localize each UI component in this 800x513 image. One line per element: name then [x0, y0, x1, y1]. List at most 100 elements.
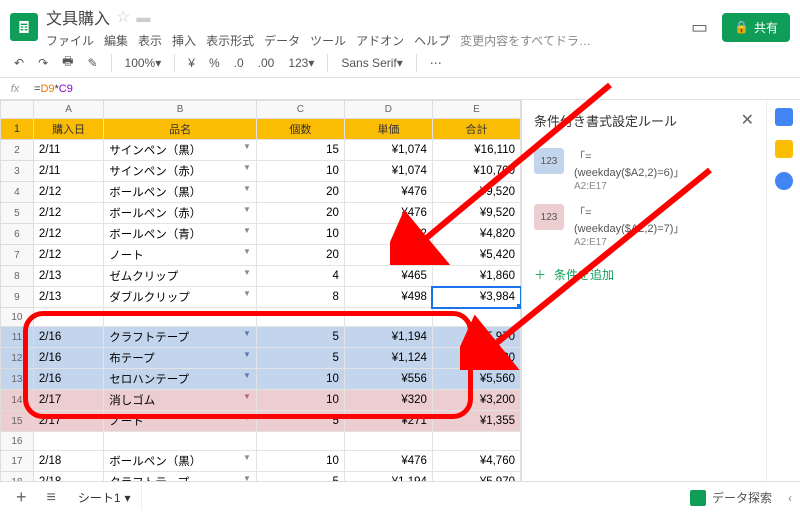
dropdown-icon[interactable]: ▼	[243, 371, 251, 380]
dropdown-icon[interactable]: ▼	[243, 329, 251, 338]
table-row: 52/12ボールペン（赤）▼20¥476¥9,520	[1, 203, 521, 224]
folder-icon[interactable]: ▬	[136, 9, 150, 25]
percent-button[interactable]: %	[205, 54, 224, 72]
menu-item[interactable]: ファイル	[46, 32, 94, 49]
dropdown-icon[interactable]: ▼	[243, 142, 251, 151]
dropdown-icon[interactable]: ▼	[243, 226, 251, 235]
more-button[interactable]: ⋯	[426, 54, 446, 72]
dropdown-icon[interactable]: ▼	[243, 453, 251, 462]
table-row: 10	[1, 308, 521, 327]
dropdown-icon[interactable]: ▼	[243, 205, 251, 214]
menu-item[interactable]: 表示	[138, 32, 162, 49]
row-header[interactable]: 7	[1, 245, 34, 266]
dropdown-icon[interactable]: ▼	[243, 392, 251, 401]
table-row: 122/16布テープ▼5¥1,124¥5,620	[1, 348, 521, 369]
comment-icon[interactable]: ▭	[691, 17, 708, 38]
add-sheet-button[interactable]: +	[8, 487, 35, 508]
paint-format-button[interactable]: ✎	[83, 54, 101, 72]
calendar-icon[interactable]	[775, 108, 793, 126]
print-button[interactable]: 🖶	[58, 50, 77, 75]
row-header[interactable]: 2	[1, 140, 34, 161]
menu-item[interactable]: アドオン	[356, 32, 404, 49]
col-header[interactable]: A	[33, 101, 103, 119]
number-format-select[interactable]: 123 ▾	[284, 54, 318, 72]
menu-item[interactable]: ツール	[310, 32, 346, 49]
dropdown-icon[interactable]: ▼	[243, 184, 251, 193]
dropdown-icon[interactable]: ▼	[243, 163, 251, 172]
dropdown-icon[interactable]: ▼	[243, 268, 251, 277]
col-header[interactable]: C	[256, 101, 344, 119]
menu-item[interactable]: 編集	[104, 32, 128, 49]
row-header[interactable]: 3	[1, 161, 34, 182]
fx-icon: fx	[0, 83, 30, 95]
currency-button[interactable]: ¥	[184, 54, 199, 72]
row-header[interactable]: 17	[1, 451, 34, 472]
redo-button[interactable]: ↷	[34, 54, 52, 72]
rule-swatch: 123	[534, 204, 564, 230]
row-header[interactable]: 8	[1, 266, 34, 287]
all-sheets-button[interactable]: ≡	[41, 489, 62, 507]
share-label: 共有	[754, 19, 778, 36]
col-header[interactable]: E	[432, 101, 520, 119]
col-header[interactable]: D	[344, 101, 432, 119]
menu-bar: ファイル編集表示挿入表示形式データツールアドオンヘルプ変更内容をすべてドラ…	[46, 32, 691, 49]
lock-icon: 🔒	[734, 20, 749, 34]
row-header[interactable]: 13	[1, 369, 34, 390]
decrease-decimal-button[interactable]: .0	[230, 54, 248, 72]
sheets-logo	[10, 13, 38, 41]
menu-item[interactable]: データ	[264, 32, 300, 49]
table-row: 142/17消しゴム▼10¥320¥3,200	[1, 390, 521, 411]
table-row: 172/18ボールペン（黒）▼10¥476¥4,760	[1, 451, 521, 472]
row-header[interactable]: 12	[1, 348, 34, 369]
formula-bar[interactable]: fx =D9*C9	[0, 78, 800, 100]
keep-icon[interactable]	[775, 140, 793, 158]
sheet-tabs-bar: + ≡ シート1 ▾ データ探索 ‹	[0, 481, 800, 513]
add-rule-button[interactable]: ＋ 条件を追加	[534, 254, 754, 295]
dropdown-icon[interactable]: ▼	[243, 413, 251, 422]
dropdown-icon[interactable]: ▼	[243, 289, 251, 298]
selected-cell[interactable]: ¥3,984	[432, 287, 520, 308]
menu-item[interactable]: ヘルプ	[414, 32, 450, 49]
plus-icon: ＋	[534, 266, 546, 283]
dropdown-icon[interactable]: ▼	[243, 350, 251, 359]
increase-decimal-button[interactable]: .00	[254, 54, 279, 72]
table-row: 42/12ボールペン（黒）▼20¥476¥9,520	[1, 182, 521, 203]
menu-item[interactable]: 挿入	[172, 32, 196, 49]
row-header[interactable]: 14	[1, 390, 34, 411]
chevron-left-icon: ‹	[788, 491, 792, 505]
row-header[interactable]: 11	[1, 327, 34, 348]
dropdown-icon[interactable]: ▼	[243, 247, 251, 256]
row-header[interactable]: 6	[1, 224, 34, 245]
explore-button[interactable]: データ探索 ‹	[690, 489, 792, 506]
tasks-icon[interactable]	[775, 172, 793, 190]
row-header[interactable]: 4	[1, 182, 34, 203]
side-strip	[766, 100, 800, 487]
close-icon[interactable]: ✕	[741, 110, 754, 130]
format-rule[interactable]: 123「=(weekday($A2,2)=7)」A2:E17	[534, 198, 754, 254]
chevron-down-icon: ▾	[125, 491, 131, 505]
format-rule[interactable]: 123「=(weekday($A2,2)=6)」A2:E17	[534, 142, 754, 198]
table-row: 152/17ノート▼5¥271¥1,355	[1, 411, 521, 432]
header-row: 1 購入日 品名 個数 単価 合計	[1, 119, 521, 140]
sheet-tab[interactable]: シート1 ▾	[68, 485, 142, 510]
row-header[interactable]: 15	[1, 411, 34, 432]
table-row: 92/13ダブルクリップ▼8¥498¥3,984	[1, 287, 521, 308]
col-header[interactable]: B	[104, 101, 257, 119]
row-header[interactable]: 9	[1, 287, 34, 308]
zoom-select[interactable]: 100% ▾	[121, 54, 166, 72]
share-button[interactable]: 🔒 共有	[722, 13, 790, 42]
undo-button[interactable]: ↶	[10, 54, 28, 72]
spreadsheet-grid: A B C D E 1 購入日 品名 個数 単価 合計 22/11サインペン（黒…	[0, 100, 521, 487]
star-icon[interactable]: ☆	[116, 7, 130, 27]
row-header[interactable]: 5	[1, 203, 34, 224]
table-row: 16	[1, 432, 521, 451]
row-header[interactable]: 16	[1, 432, 34, 451]
table-row: 72/12ノート▼20¥271¥5,420	[1, 245, 521, 266]
row-header[interactable]: 10	[1, 308, 34, 327]
font-select[interactable]: Sans Serif ▾	[337, 54, 406, 72]
table-row: 132/16セロハンテープ▼10¥556¥5,560	[1, 369, 521, 390]
doc-title[interactable]: 文具購入	[46, 5, 110, 29]
menu-item[interactable]: 表示形式	[206, 32, 254, 49]
rule-swatch: 123	[534, 148, 564, 174]
changes-status[interactable]: 変更内容をすべてドラ…	[460, 32, 591, 49]
